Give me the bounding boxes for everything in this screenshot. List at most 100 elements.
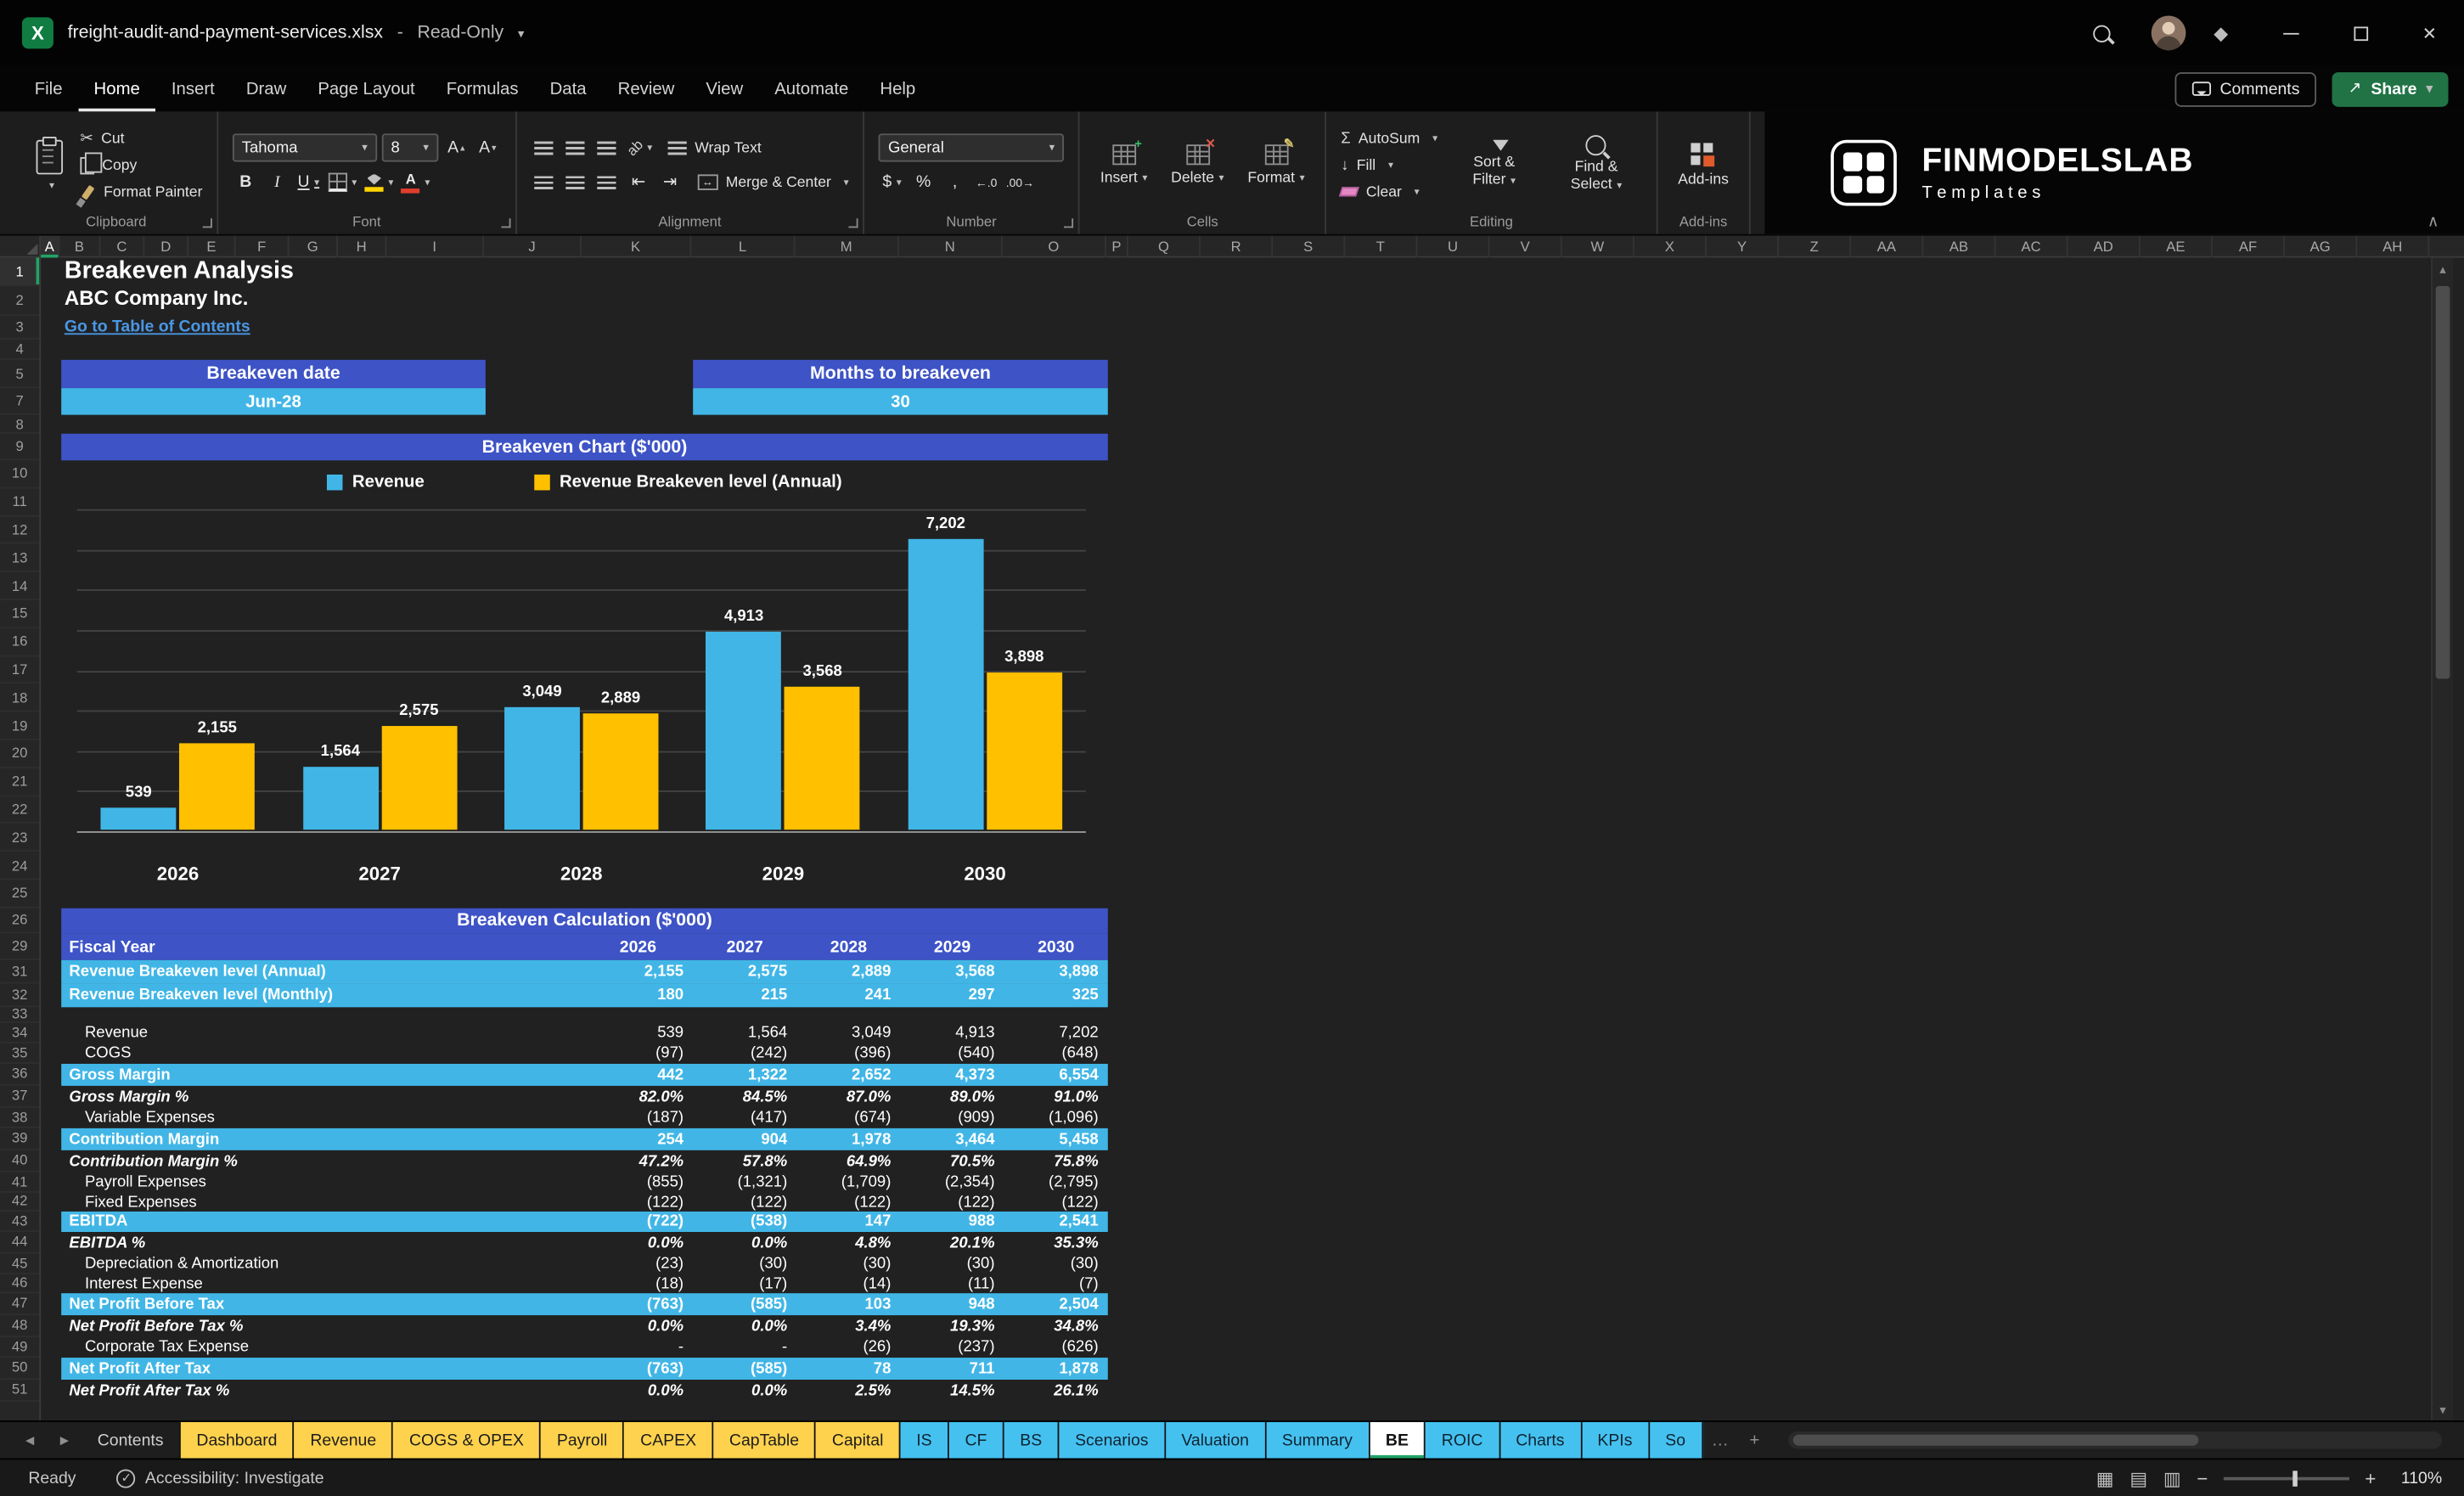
cell-value[interactable]: 2,652 xyxy=(796,1066,900,1083)
row-header-46[interactable]: 46 xyxy=(0,1274,40,1293)
calc-row-net-profit-after-tax[interactable]: Net Profit After Tax % 0.0% 0.0% 2.5% 14.5% 2… xyxy=(61,1380,1108,1402)
comma-style-button[interactable]: , xyxy=(942,169,968,195)
cell-value[interactable]: (23) xyxy=(583,1256,694,1273)
row-header-29[interactable]: 29 xyxy=(0,933,40,960)
sheet-tab-charts[interactable]: Charts xyxy=(1499,1421,1582,1459)
cell-value[interactable]: (14) xyxy=(796,1275,900,1292)
clear-button[interactable]: Clear xyxy=(1339,180,1437,204)
cell-value[interactable]: 19.3% xyxy=(900,1318,1004,1335)
row-label[interactable]: Fixed Expenses xyxy=(61,1194,582,1211)
sheet-tab-dashboard[interactable]: Dashboard xyxy=(180,1421,295,1459)
row-header-31[interactable]: 31 xyxy=(0,959,40,984)
increase-font-size-button[interactable]: A xyxy=(443,134,470,160)
cell-value[interactable]: (648) xyxy=(1004,1045,1108,1062)
column-header-H[interactable]: H xyxy=(338,235,387,258)
align-center-button[interactable] xyxy=(562,169,588,195)
dialog-launcher-icon[interactable] xyxy=(848,218,858,228)
row-header-26[interactable]: 26 xyxy=(0,908,40,933)
cell-value[interactable]: 3,898 xyxy=(1004,964,1108,981)
accessibility-status[interactable]: ✓ Accessibility: Investigate xyxy=(116,1468,324,1488)
zoom-out-button[interactable]: − xyxy=(2197,1467,2208,1489)
calc-header-year-2026[interactable]: 2026 xyxy=(583,937,694,956)
cell-value[interactable]: 6,554 xyxy=(1004,1066,1108,1083)
column-header-M[interactable]: M xyxy=(795,235,899,258)
align-right-button[interactable] xyxy=(593,169,620,195)
ribbon-tab-data[interactable]: Data xyxy=(534,66,602,112)
addins-button[interactable]: Add-ins xyxy=(1672,141,1735,189)
cell-value[interactable]: (855) xyxy=(583,1174,694,1191)
row-header-12[interactable]: 12 xyxy=(0,516,40,545)
ribbon-tab-help[interactable]: Help xyxy=(864,66,931,112)
row-label[interactable]: Corporate Tax Expense xyxy=(61,1339,582,1356)
more-sheets-button[interactable]: … xyxy=(1702,1422,1737,1459)
sheet-tab-be[interactable]: BE xyxy=(1370,1421,1426,1459)
column-header-AE[interactable]: AE xyxy=(2141,235,2213,258)
scroll-down-icon[interactable]: ▾ xyxy=(2439,1398,2445,1420)
cell-value[interactable]: (122) xyxy=(796,1194,900,1211)
ribbon-tab-insert[interactable]: Insert xyxy=(155,66,230,112)
minimize-button[interactable] xyxy=(2257,0,2326,66)
new-sheet-button[interactable]: + xyxy=(1737,1422,1772,1459)
cell-value[interactable]: 3,568 xyxy=(900,964,1004,981)
row-header-37[interactable]: 37 xyxy=(0,1085,40,1108)
search-button[interactable] xyxy=(2092,24,2111,42)
ribbon-tab-review[interactable]: Review xyxy=(602,66,690,112)
number-format-select[interactable]: General xyxy=(878,133,1065,162)
zoom-in-button[interactable]: + xyxy=(2365,1467,2376,1489)
cell-value[interactable]: (30) xyxy=(1004,1256,1108,1273)
row-header-17[interactable]: 17 xyxy=(0,656,40,684)
cell-value[interactable]: (122) xyxy=(693,1194,796,1211)
dialog-launcher-icon[interactable] xyxy=(501,218,511,228)
sheet-tab-capital[interactable]: Capital xyxy=(816,1421,901,1459)
column-header-A[interactable]: A xyxy=(41,235,60,258)
cell-value[interactable]: 3.4% xyxy=(796,1318,900,1335)
horizontal-scrollbar[interactable] xyxy=(1787,1431,2443,1449)
sheet-tab-valuation[interactable]: Valuation xyxy=(1165,1421,1267,1459)
cell-value[interactable]: (674) xyxy=(796,1110,900,1127)
cell-value[interactable]: (763) xyxy=(583,1296,694,1313)
autosum-button[interactable]: Σ AutoSum xyxy=(1341,127,1437,150)
cell-value[interactable]: 442 xyxy=(583,1066,694,1083)
align-top-button[interactable] xyxy=(531,134,557,160)
cell-value[interactable]: (17) xyxy=(693,1275,796,1292)
calc-row-contribution-margin[interactable]: Contribution Margin 254 904 1,978 3,464 5,458 xyxy=(61,1128,1108,1150)
vertical-scrollbar-thumb[interactable] xyxy=(2435,285,2450,679)
column-header-X[interactable]: X xyxy=(1634,235,1707,258)
row-label[interactable]: COGS xyxy=(61,1045,582,1062)
calc-row-contribution-margin[interactable]: Contribution Margin % 47.2% 57.8% 64.9% 70.5… xyxy=(61,1150,1108,1173)
cell-value[interactable]: 1,978 xyxy=(796,1131,900,1148)
cell-value[interactable]: (1,709) xyxy=(796,1174,900,1191)
ribbon-tab-draw[interactable]: Draw xyxy=(230,66,302,112)
row-header-34[interactable]: 34 xyxy=(0,1022,40,1043)
calc-row-variable-expenses[interactable]: Variable Expenses (187) (417) (674) (909) (1,… xyxy=(61,1108,1108,1128)
column-header-T[interactable]: T xyxy=(1345,235,1418,258)
column-header-F[interactable]: F xyxy=(236,235,290,258)
row-header-35[interactable]: 35 xyxy=(0,1043,40,1064)
column-header-P[interactable]: P xyxy=(1106,235,1128,258)
underline-button[interactable]: U xyxy=(295,169,322,195)
column-header-G[interactable]: G xyxy=(290,235,338,258)
cell-value[interactable]: (30) xyxy=(900,1256,1004,1273)
cell-value[interactable]: 91.0% xyxy=(1004,1088,1108,1105)
cell-value[interactable]: 711 xyxy=(900,1360,1004,1377)
breakeven-date-header[interactable]: Breakeven date xyxy=(61,359,486,389)
calc-row-fixed-expenses[interactable]: Fixed Expenses (122) (122) (122) (122) (122) xyxy=(61,1193,1108,1212)
calc-row-revenue-breakeven-level-monthly[interactable]: Revenue Breakeven level (Monthly) 180 215 2… xyxy=(61,983,1108,1008)
column-header-D[interactable]: D xyxy=(144,235,189,258)
cell-value[interactable]: 0.0% xyxy=(583,1318,694,1335)
row-header-18[interactable]: 18 xyxy=(0,684,40,712)
ribbon-tab-automate[interactable]: Automate xyxy=(759,66,864,112)
row-header-44[interactable]: 44 xyxy=(0,1232,40,1254)
cell-value[interactable]: 2,575 xyxy=(693,964,796,981)
cell-value[interactable]: 34.8% xyxy=(1004,1318,1108,1335)
column-header-S[interactable]: S xyxy=(1273,235,1346,258)
sheet-tab-kpis[interactable]: KPIs xyxy=(1581,1421,1650,1459)
column-header-AB[interactable]: AB xyxy=(1923,235,1996,258)
row-label[interactable]: Contribution Margin % xyxy=(61,1153,582,1170)
cell-value[interactable]: (417) xyxy=(693,1110,796,1127)
cell-value[interactable]: (122) xyxy=(583,1194,694,1211)
calc-row-gross-margin[interactable]: Gross Margin 442 1,322 2,652 4,373 6,554 xyxy=(61,1063,1108,1086)
maximize-button[interactable] xyxy=(2326,0,2394,66)
column-header-AH[interactable]: AH xyxy=(2357,235,2430,258)
row-label[interactable]: Revenue Breakeven level (Monthly) xyxy=(61,987,582,1004)
